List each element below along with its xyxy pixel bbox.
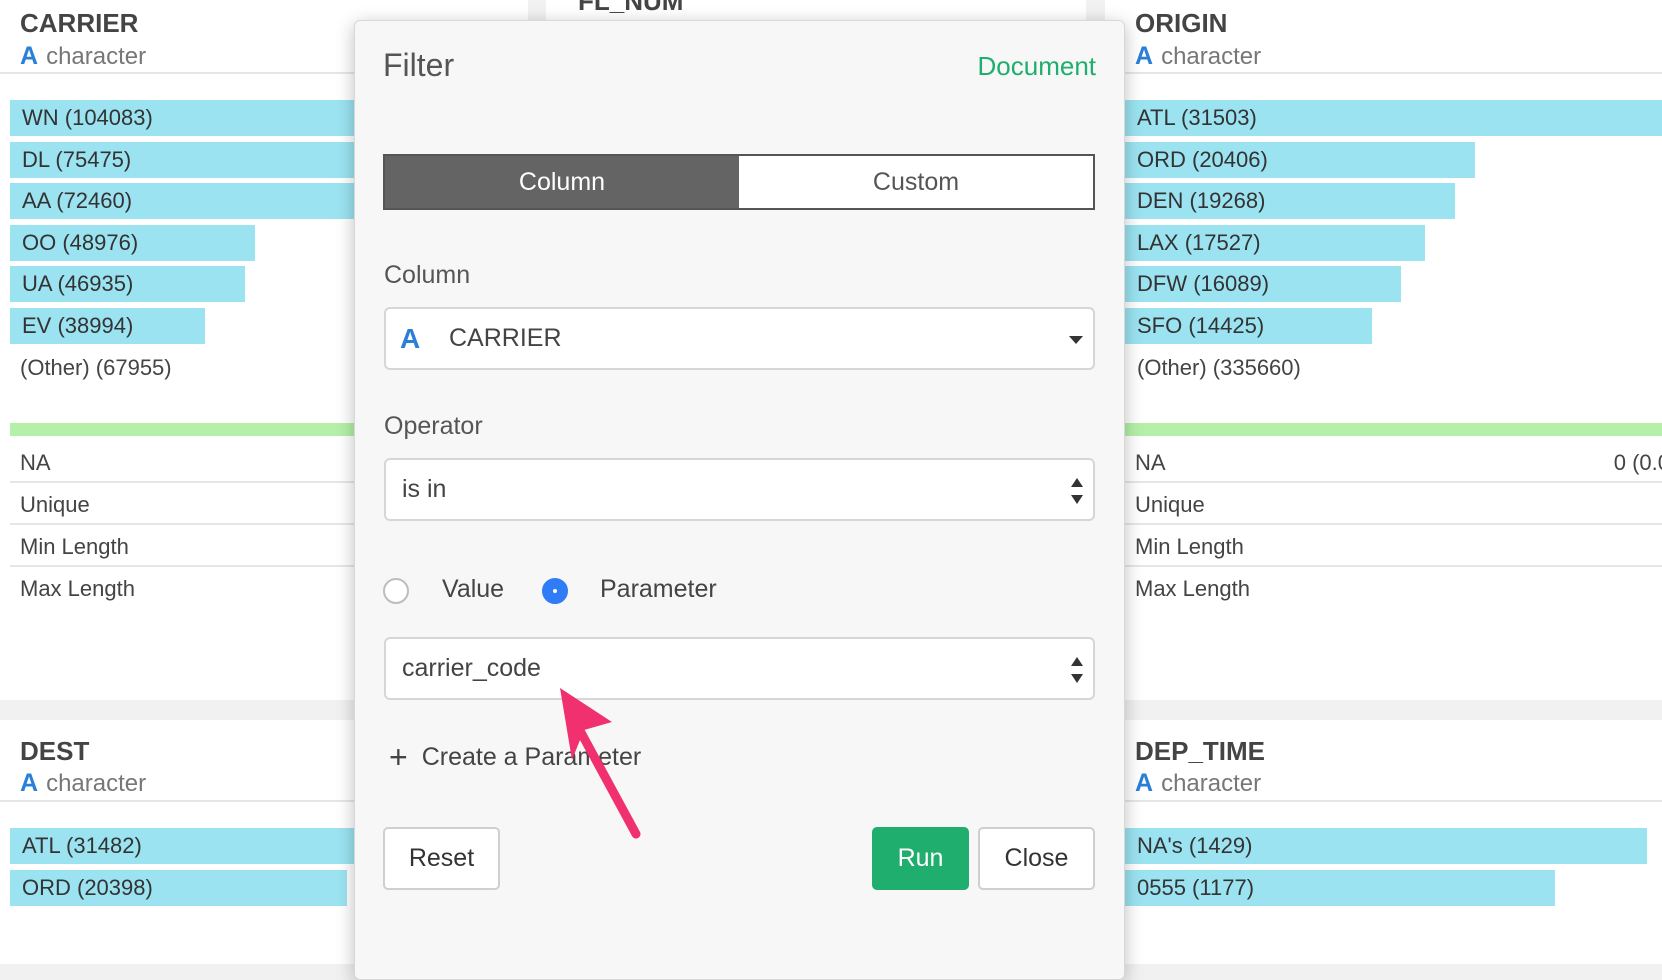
column-type: Acharacter [1135, 769, 1261, 798]
column-title: CARRIER [20, 8, 139, 38]
column-panel-dep-time: DEP_TIME Acharacter NA's (1429) 0555 (117… [1105, 720, 1662, 964]
tab-custom[interactable]: Custom [739, 156, 1093, 208]
histogram-bar[interactable]: UA (46935) [10, 266, 245, 302]
filter-mode-tabs: Column Custom [383, 154, 1095, 210]
other-count: (Other) (67955) [20, 355, 172, 380]
column-panel-origin: ORIGIN Acharacter (Other) (335660) NA 0 (… [1105, 0, 1662, 700]
column-field-label: Column [384, 261, 471, 289]
histogram-bar[interactable]: ORD (20398) [10, 869, 347, 906]
column-type-label: character [1161, 43, 1262, 70]
character-type-icon: A [1135, 42, 1154, 70]
document-link[interactable]: Document [978, 51, 1097, 82]
histogram-bar[interactable]: SFO (14425) [1125, 307, 1373, 344]
parameter-select-value: carrier_code [402, 654, 541, 682]
select-arrows-icon [1071, 478, 1083, 504]
stat-row-na: NA 0 (0.0 [1125, 443, 1662, 483]
reset-button[interactable]: Reset [383, 827, 500, 890]
column-type-label: character [46, 43, 147, 70]
character-type-icon: A [400, 323, 421, 354]
stat-row-max-length: Max Length [1135, 576, 1250, 601]
stat-value-na: 0 (0.0 [1613, 450, 1662, 475]
character-type-icon: A [20, 42, 39, 70]
histogram-bar[interactable]: OO (48976) [10, 224, 255, 261]
histogram-bar[interactable]: 0555 (1177) [1125, 869, 1556, 906]
histogram-bar[interactable]: LAX (17527) [1125, 224, 1426, 261]
operator-select-value: is in [402, 475, 447, 503]
chevron-down-icon [1069, 336, 1083, 344]
column-select[interactable]: A CARRIER [384, 307, 1095, 370]
histogram-bar[interactable]: AA (72460) [10, 183, 372, 219]
na-strip [1125, 423, 1662, 436]
select-arrows-icon [1071, 657, 1083, 683]
column-type: Acharacter [1135, 42, 1261, 71]
column-type-label: character [1161, 770, 1262, 797]
stat-label: NA [1135, 450, 1166, 475]
radio-parameter-label[interactable]: Parameter [600, 575, 717, 604]
dialog-title: Filter [383, 47, 455, 83]
character-type-icon: A [20, 769, 39, 797]
column-type-label: character [46, 770, 147, 797]
column-select-value: CARRIER [449, 324, 562, 352]
tab-column[interactable]: Column [385, 156, 739, 208]
create-parameter-link[interactable]: + Create a Parameter [389, 739, 641, 776]
histogram-bar[interactable]: EV (38994) [10, 307, 205, 344]
panel-divider [1105, 72, 1662, 74]
filter-dialog: Filter Document Column Custom Column A C… [354, 20, 1125, 980]
column-type: Acharacter [20, 769, 146, 798]
column-title: ORIGIN [1135, 8, 1228, 38]
plus-icon: + [389, 739, 408, 775]
operator-select[interactable]: is in [384, 458, 1095, 521]
histogram-bar[interactable]: NA's (1429) [1125, 828, 1647, 864]
run-button[interactable]: Run [872, 827, 969, 890]
radio-value-label[interactable]: Value [442, 575, 504, 604]
histogram-bar[interactable]: ORD (20406) [1125, 141, 1475, 178]
stat-row-min-length: Min Length [1125, 527, 1662, 567]
histogram-bar[interactable]: DEN (19268) [1125, 183, 1456, 219]
column-title: DEST [20, 736, 90, 766]
radio-value[interactable] [383, 578, 409, 604]
create-parameter-label: Create a Parameter [421, 743, 642, 771]
operator-field-label: Operator [384, 412, 483, 440]
parameter-select[interactable]: carrier_code [384, 637, 1095, 700]
histogram-bar[interactable]: DL (75475) [10, 141, 387, 178]
other-count: (Other) (335660) [1137, 355, 1301, 380]
radio-parameter[interactable] [542, 578, 568, 604]
close-button[interactable]: Close [978, 827, 1095, 890]
panel-divider [1105, 800, 1662, 802]
column-type: Acharacter [20, 42, 146, 71]
histogram-bar[interactable]: ATL (31503) [1125, 100, 1662, 136]
stat-row-unique: Unique [1125, 485, 1662, 525]
histogram-bar[interactable]: DFW (16089) [1125, 266, 1401, 302]
column-title: FL_NUM [578, 0, 684, 16]
character-type-icon: A [1135, 769, 1154, 797]
column-title: DEP_TIME [1135, 736, 1266, 766]
